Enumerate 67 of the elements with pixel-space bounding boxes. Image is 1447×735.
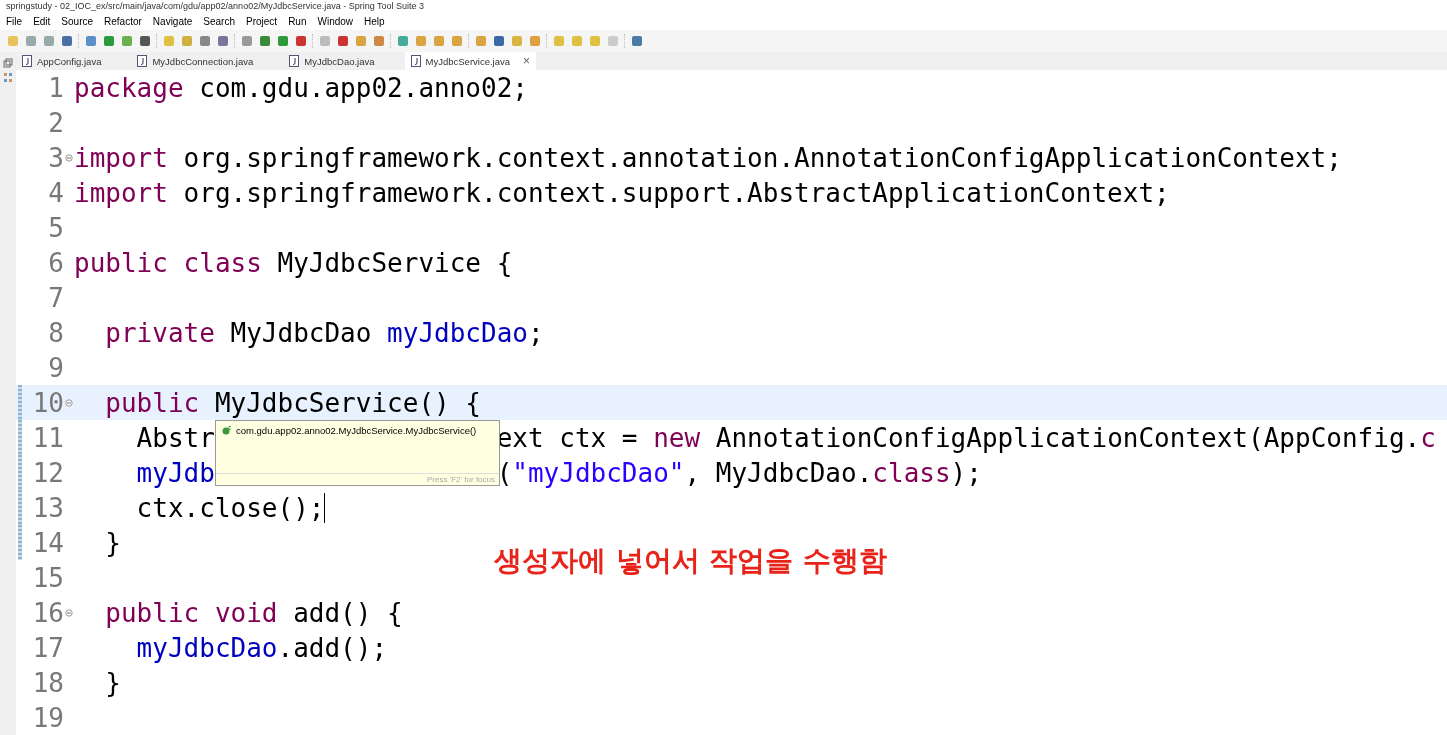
menu-item[interactable]: Edit — [33, 15, 51, 27]
code-text: ("myJdbcDao", MyJdbcDao.class); — [496, 457, 982, 488]
code-text: ctx.close(); — [135, 492, 325, 523]
tab-label: MyJdbcDao.java — [304, 55, 375, 67]
line-number: 15 — [31, 562, 64, 593]
line-number: 13 — [31, 492, 64, 523]
tab-label: AppConfig.java — [37, 55, 102, 67]
java-file-icon — [22, 55, 32, 67]
line-number: 19 — [31, 702, 64, 733]
code-text: myJdb — [135, 457, 215, 488]
line-number: 16 — [31, 597, 64, 628]
line-number: 11 — [31, 422, 64, 453]
line-number: 18 — [31, 667, 64, 698]
fold-icon[interactable] — [65, 153, 73, 162]
editor-tab[interactable]: MyJdbcConnection.java — [131, 52, 284, 70]
restore-icon[interactable] — [3, 58, 13, 68]
close-icon[interactable]: × — [523, 54, 531, 68]
outline-icon[interactable] — [3, 72, 13, 84]
line-number: 5 — [47, 212, 64, 243]
menu-item[interactable]: Help — [364, 15, 385, 27]
line-number: 9 — [47, 352, 64, 383]
editor-tab[interactable]: AppConfig.java — [16, 52, 132, 70]
menu-item[interactable]: File — [6, 15, 23, 27]
code-text: public void add() { — [104, 597, 403, 628]
code-text: import org.springframework.context.annotation.AnnotationConfigApplicationContext; — [74, 142, 1342, 173]
line-number: 3 — [47, 142, 64, 173]
line-number: 10 — [31, 387, 64, 418]
code-text: } — [104, 527, 121, 558]
menu-item[interactable]: Navigate — [152, 15, 193, 27]
line-number: 4 — [47, 177, 64, 208]
line-number: 2 — [47, 107, 64, 138]
tab-label: MyJdbcService.java — [425, 55, 510, 67]
line-number: 6 — [47, 247, 64, 278]
line-number: 8 — [47, 317, 64, 348]
line-number: 17 — [31, 632, 64, 663]
line-number: 12 — [31, 457, 64, 488]
menu-item[interactable]: Run — [288, 15, 307, 27]
menu-item[interactable]: Refactor — [104, 15, 142, 27]
window-title: springstudy - 02_IOC_ex/src/main/java/com/gdu/app02/anno02/MyJdbcService.java - Spring Tool Suite 3 — [5, 0, 426, 12]
annotation-text: 생성자에 넣어서 작업을 수행함 — [494, 543, 888, 579]
java-file-icon — [289, 55, 300, 67]
code-text: public class MyJdbcService { — [74, 247, 513, 278]
fold-icon[interactable] — [65, 608, 73, 617]
tab-label: MyJdbcConnection.java — [152, 55, 254, 67]
code-text: Abstr — [135, 422, 215, 453]
constructor-icon — [222, 425, 232, 435]
code-text: } — [104, 667, 121, 698]
tooltip-hint: Press 'F2' for focus — [427, 475, 495, 484]
code-text: private MyJdbcDao myJdbcDao; — [104, 317, 544, 348]
menu-item[interactable]: Search — [203, 15, 235, 27]
java-file-icon — [137, 55, 148, 67]
editor-tab[interactable]: MyJdbcService.java × — [404, 52, 537, 70]
code-text: myJdbcDao.add(); — [135, 632, 388, 663]
fold-icon[interactable] — [65, 398, 73, 407]
line-number: 1 — [47, 72, 64, 103]
code-text: ext ctx = new AnnotationConfigApplicationContext(AppConfig.c — [496, 422, 1436, 453]
code-text: public MyJdbcService() { — [104, 387, 481, 418]
line-number: 7 — [47, 282, 64, 313]
java-file-icon — [410, 55, 421, 67]
code-text: import org.springframework.context.support.AbstractApplicationContext; — [74, 177, 1170, 208]
editor-tab[interactable]: MyJdbcDao.java — [283, 52, 405, 70]
menu-item[interactable]: Window — [317, 15, 354, 27]
menu-item[interactable]: Project — [246, 15, 278, 27]
code-text: package com.gdu.app02.anno02; — [74, 72, 528, 103]
menu-item[interactable]: Source — [61, 15, 94, 27]
line-number: 14 — [31, 527, 64, 558]
tooltip-signature: com.gdu.app02.anno02.MyJdbcService.MyJdbcService() — [236, 425, 477, 436]
